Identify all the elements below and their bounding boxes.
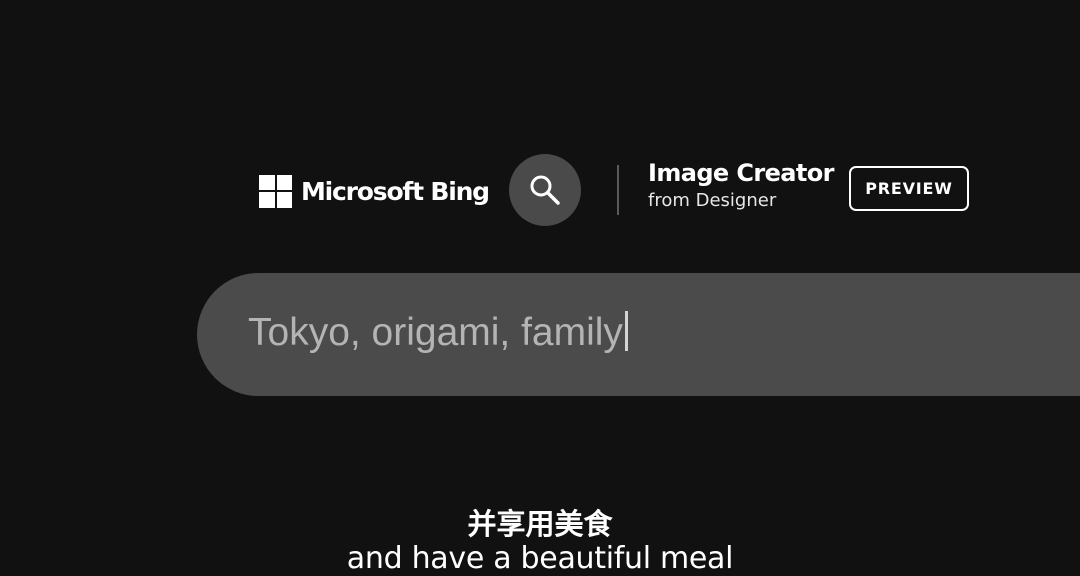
caption-english: and have a beautiful meal: [346, 541, 734, 576]
brand-name: Microsoft Bing: [301, 176, 490, 206]
search-icon: [530, 175, 560, 205]
preview-badge: PREVIEW: [849, 166, 969, 211]
header-divider: [617, 165, 619, 215]
video-captions: 并享用美食 and have a beautiful meal: [0, 506, 1080, 576]
image-creator-title: Image Creator from Designer: [648, 158, 834, 214]
header: Microsoft Bing Image Creator from Design…: [0, 150, 1080, 230]
bing-brand[interactable]: Microsoft Bing: [259, 174, 490, 208]
app-title: Image Creator: [648, 159, 834, 187]
prompt-value: Tokyo, origami, family: [248, 311, 623, 354]
prompt-text-line[interactable]: Tokyo, origami, family: [248, 310, 628, 356]
text-cursor: [624, 311, 628, 351]
search-button[interactable]: [509, 154, 581, 226]
caption-chinese: 并享用美食: [467, 507, 613, 541]
prompt-input[interactable]: Tokyo, origami, family: [197, 273, 1080, 396]
windows-logo-icon: [259, 174, 292, 208]
app-subtitle: from Designer: [648, 190, 777, 211]
